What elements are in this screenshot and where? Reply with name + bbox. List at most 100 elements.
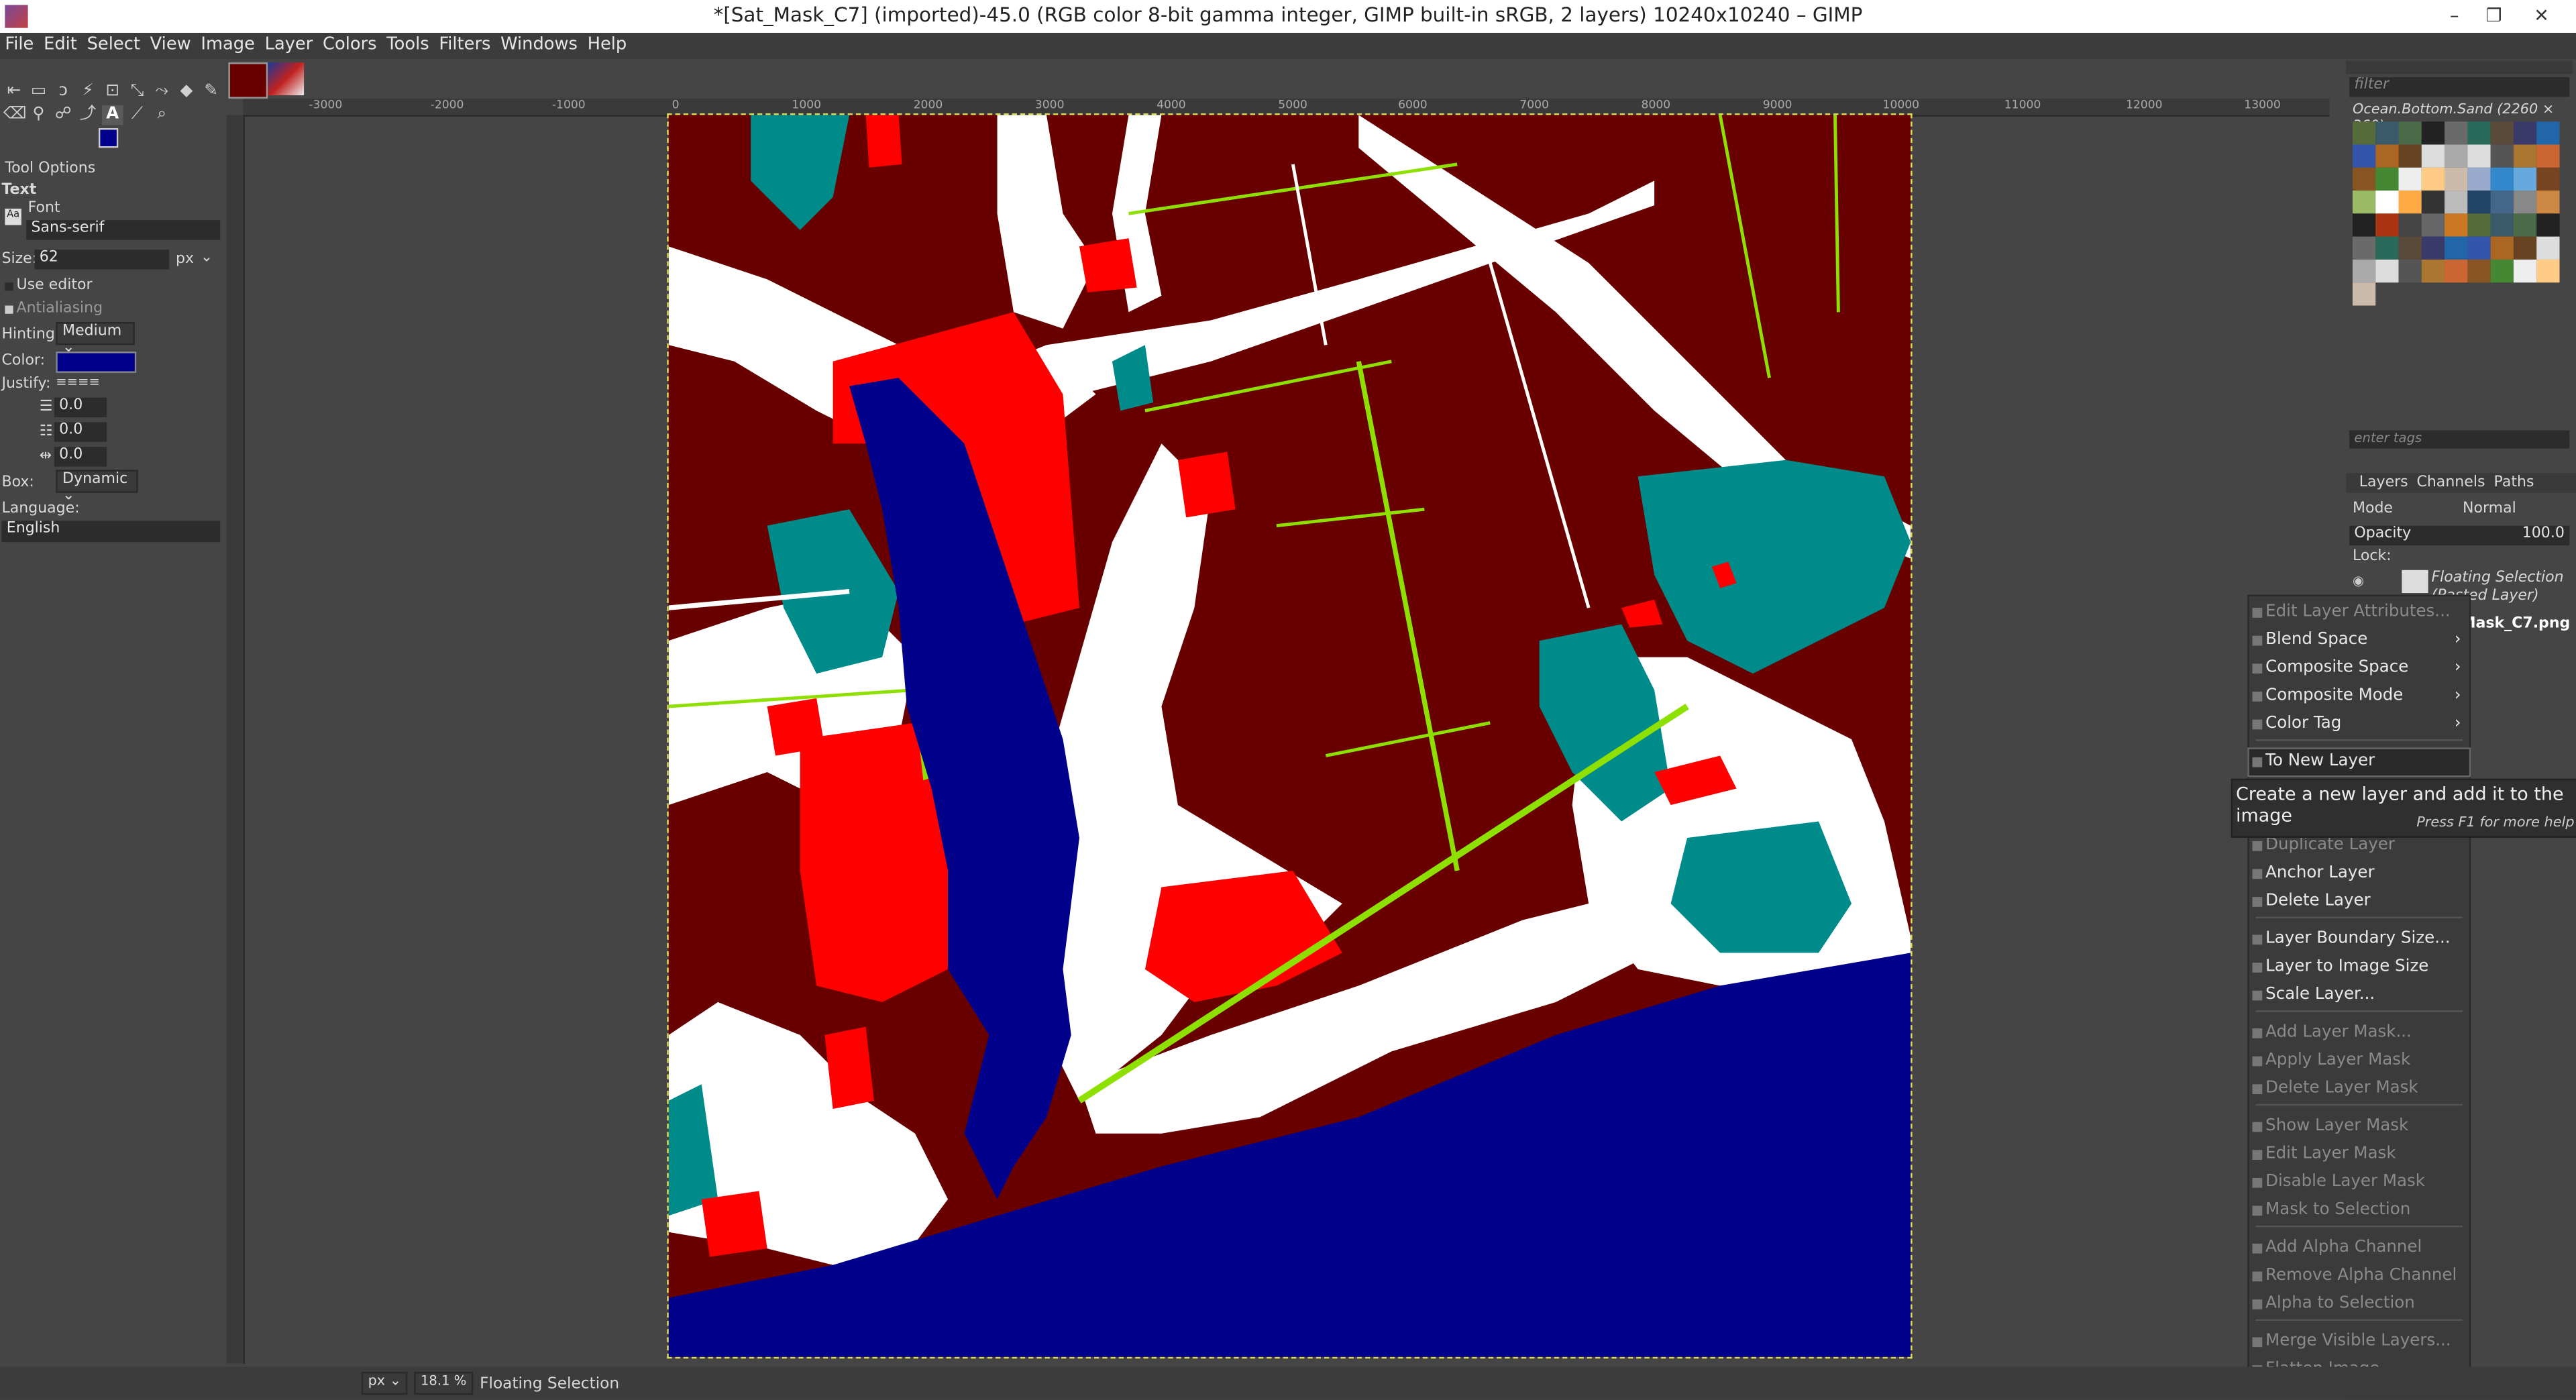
menu-item-edit-layer-attributes[interactable]: Edit Layer Attributes...: [2249, 600, 2469, 626]
brush-swatch[interactable]: [2445, 144, 2468, 168]
menu-item-edit-layer-mask[interactable]: Edit Layer Mask: [2249, 1142, 2469, 1168]
warp-icon[interactable]: ⤳: [151, 82, 172, 101]
align-tool-icon[interactable]: ⇤: [3, 82, 25, 101]
brush-swatch[interactable]: [2352, 236, 2376, 260]
paths-icon[interactable]: ⤴: [77, 105, 99, 125]
brush-swatch[interactable]: [2513, 144, 2537, 168]
brush-swatch[interactable]: [2445, 121, 2468, 145]
image-canvas[interactable]: [667, 113, 1913, 1359]
image-tab-satellite[interactable]: [268, 62, 305, 96]
menu-item-show-layer-mask[interactable]: Show Layer Mask: [2249, 1114, 2469, 1140]
brush-swatch[interactable]: [2513, 121, 2537, 145]
brush-swatch[interactable]: [2398, 213, 2422, 237]
menu-file[interactable]: File: [0, 33, 39, 54]
brush-swatch[interactable]: [2513, 167, 2537, 191]
brush-swatch[interactable]: [2352, 282, 2376, 306]
brush-swatch[interactable]: [2445, 259, 2468, 283]
menu-item-to-new-layer[interactable]: To New Layer: [2247, 747, 2471, 777]
brush-swatch[interactable]: [2445, 191, 2468, 214]
menu-tools[interactable]: Tools: [382, 33, 434, 54]
brush-swatch[interactable]: [2490, 259, 2514, 283]
menu-item-merge-visible-layers[interactable]: Merge Visible Layers...: [2249, 1329, 2469, 1355]
brush-swatch[interactable]: [2536, 144, 2560, 168]
brush-swatch[interactable]: [2445, 167, 2468, 191]
eraser-icon[interactable]: ⌫: [3, 105, 27, 125]
menu-item-remove-alpha-channel[interactable]: Remove Alpha Channel: [2249, 1263, 2469, 1289]
brush-swatch[interactable]: [2375, 144, 2399, 168]
zoom-select[interactable]: 18.1 %: [414, 1371, 474, 1395]
brush-swatch[interactable]: [2398, 191, 2422, 214]
menu-item-disable-layer-mask[interactable]: Disable Layer Mask: [2249, 1170, 2469, 1196]
brush-swatch[interactable]: [2467, 236, 2491, 260]
brush-swatch[interactable]: [2490, 191, 2514, 214]
brush-swatch[interactable]: [2467, 259, 2491, 283]
brush-swatch[interactable]: [2375, 167, 2399, 191]
brush-swatch[interactable]: [2467, 144, 2491, 168]
brush-swatch[interactable]: [2536, 259, 2560, 283]
brush-swatch[interactable]: [2375, 191, 2399, 214]
menu-layer[interactable]: Layer: [260, 33, 317, 54]
layer-name-floating[interactable]: Floating Selection: [2431, 570, 2563, 586]
hinting-select[interactable]: Medium ⌄: [56, 322, 135, 356]
brush-swatch[interactable]: [2421, 144, 2445, 168]
brush-swatch[interactable]: [2352, 167, 2376, 191]
brush-swatch[interactable]: [2536, 121, 2560, 145]
text-color-button[interactable]: [56, 352, 137, 373]
tab-layers[interactable]: Layers: [2359, 475, 2408, 491]
fuzzy-select-icon[interactable]: ⚡: [77, 82, 99, 101]
brush-swatch[interactable]: [2536, 167, 2560, 191]
menu-item-blend-space[interactable]: Blend Space ›: [2249, 628, 2469, 654]
brush-swatch[interactable]: [2490, 167, 2514, 191]
brush-swatch[interactable]: [2490, 236, 2514, 260]
language-input[interactable]: English: [1, 521, 221, 543]
menu-item-add-layer-mask[interactable]: Add Layer Mask...: [2249, 1020, 2469, 1046]
image-tab-mask[interactable]: [228, 62, 268, 99]
antialiasing-checkbox[interactable]: [5, 305, 13, 314]
clone-icon[interactable]: ⚲: [28, 105, 50, 125]
tab-paths[interactable]: Paths: [2494, 475, 2534, 491]
unit-select[interactable]: px ⌄: [361, 1371, 408, 1395]
brush-swatch[interactable]: [2445, 236, 2468, 260]
menu-item-scale-layer[interactable]: Scale Layer...: [2249, 982, 2469, 1008]
brush-swatch[interactable]: [2421, 121, 2445, 145]
brush-swatch[interactable]: [2467, 213, 2491, 237]
line-spacing-input[interactable]: 0.0: [54, 422, 107, 442]
brush-swatch[interactable]: [2445, 213, 2468, 237]
brush-swatch[interactable]: [2490, 144, 2514, 168]
foreground-color-swatch[interactable]: [98, 128, 119, 148]
tab-channels[interactable]: Channels: [2416, 475, 2485, 491]
menu-filters[interactable]: Filters: [434, 33, 496, 54]
brush-filter-input[interactable]: filter: [2349, 77, 2570, 97]
transform-icon[interactable]: ⤡: [127, 82, 148, 101]
eye-icon[interactable]: ◉: [2353, 574, 2369, 588]
brush-swatch[interactable]: [2398, 121, 2422, 145]
menu-item-color-tag[interactable]: Color Tag ›: [2249, 711, 2469, 737]
crop-icon[interactable]: ⊡: [102, 82, 123, 101]
menu-item-alpha-to-selection[interactable]: Alpha to Selection: [2249, 1291, 2469, 1317]
brush-swatch[interactable]: [2421, 236, 2445, 260]
brush-swatch[interactable]: [2421, 167, 2445, 191]
text-tool-icon[interactable]: A: [101, 105, 123, 125]
menu-windows[interactable]: Windows: [496, 33, 582, 54]
menu-item-add-alpha-channel[interactable]: Add Alpha Channel: [2249, 1236, 2469, 1262]
brush-swatch[interactable]: [2421, 213, 2445, 237]
brush-swatch[interactable]: [2490, 121, 2514, 145]
brush-swatch[interactable]: [2467, 167, 2491, 191]
color-picker-icon[interactable]: ⟋: [127, 105, 148, 125]
brush-swatch[interactable]: [2421, 191, 2445, 214]
brush-grid[interactable]: [2352, 121, 2563, 306]
menu-view[interactable]: View: [145, 33, 196, 54]
indent-input[interactable]: 0.0: [54, 397, 107, 418]
menu-item-delete-layer-mask[interactable]: Delete Layer Mask: [2249, 1076, 2469, 1102]
brush-swatch[interactable]: [2352, 259, 2376, 283]
box-select[interactable]: Dynamic ⌄: [56, 470, 138, 504]
tags-input[interactable]: enter tags: [2349, 430, 2570, 449]
brush-swatch[interactable]: [2375, 259, 2399, 283]
brush-swatch[interactable]: [2467, 121, 2491, 145]
menu-help[interactable]: Help: [582, 33, 631, 54]
menu-item-delete-layer[interactable]: Delete Layer: [2249, 889, 2469, 915]
vertical-ruler[interactable]: [226, 115, 245, 1364]
maximize-button[interactable]: ❐: [2476, 1, 2512, 31]
use-editor-checkbox[interactable]: [5, 282, 13, 291]
font-input[interactable]: Sans-serif: [26, 220, 221, 240]
